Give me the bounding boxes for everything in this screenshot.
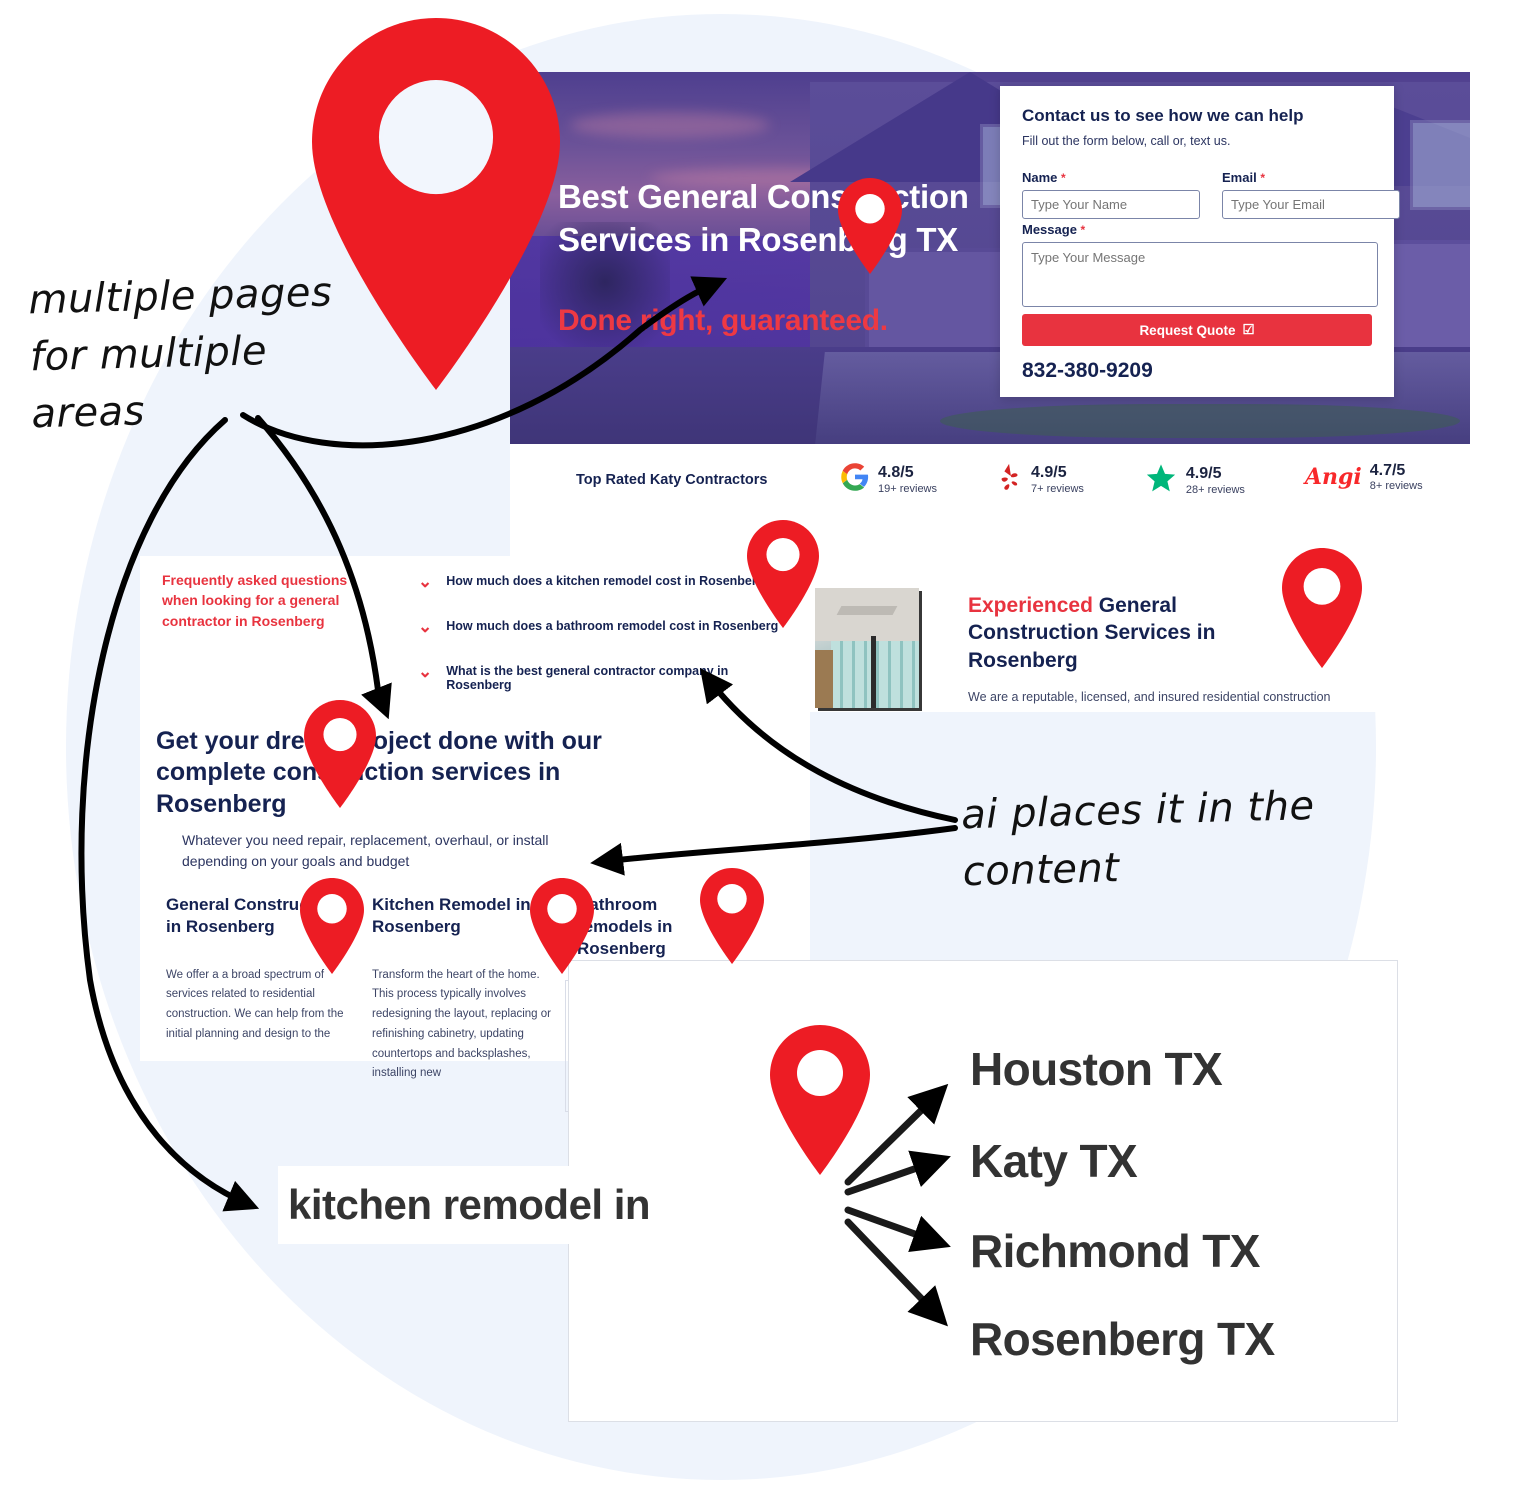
name-input[interactable] xyxy=(1022,190,1200,219)
faq-item[interactable]: ⌄ What is the best general contractor co… xyxy=(418,662,788,692)
google-g-icon xyxy=(840,462,870,497)
keyword-text: kitchen remodel in xyxy=(288,1181,651,1228)
hero-lawn xyxy=(940,404,1460,438)
email-label-text: Email xyxy=(1222,170,1257,185)
thumbnail-vent xyxy=(836,606,898,615)
review-item-angi: Angi 4.7/5 8+ reviews xyxy=(1305,462,1423,492)
request-quote-button[interactable]: Request Quote ☑ xyxy=(1022,314,1372,346)
service-card-kitchen-remodel: Kitchen Remodel in Rosenberg Transform t… xyxy=(372,894,557,1084)
chevron-down-icon: ⌄ xyxy=(418,572,433,591)
review-score: 4.9/5 xyxy=(1185,465,1222,483)
form-subtitle: Fill out the form below, call or, text u… xyxy=(1022,134,1231,148)
faq-question: How much does a kitchen remodel cost in … xyxy=(446,574,765,588)
review-count: 28+ reviews xyxy=(1185,483,1245,496)
canvas: Best General Construction Services in Ro… xyxy=(0,0,1529,1492)
faq-heading: Frequently asked questions when looking … xyxy=(162,572,348,629)
name-label: Name * xyxy=(1022,170,1066,185)
review-score: 4.7/5 xyxy=(1369,462,1406,479)
faq-question: What is the best general contractor comp… xyxy=(446,664,729,692)
experienced-heading: Experienced General Construction Service… xyxy=(968,592,1268,674)
review-item-star: 4.9/5 28+ reviews xyxy=(1144,462,1245,499)
chevron-down-icon: ⌄ xyxy=(418,617,433,636)
annotation-note-left: multiple pages for multiple areas xyxy=(27,269,333,437)
faq-list: ⌄ How much does a kitchen remodel cost i… xyxy=(418,572,788,721)
review-item-google: 4.8/5 19+ reviews xyxy=(840,462,937,497)
review-score: 4.8/5 xyxy=(878,464,914,482)
review-score: 4.9/5 xyxy=(1031,464,1067,482)
message-label-text: Message xyxy=(1022,222,1077,237)
chevron-down-icon: ⌄ xyxy=(418,662,433,681)
phone-number[interactable]: 832-380-9209 xyxy=(1022,359,1153,383)
required-marker: * xyxy=(1260,171,1265,185)
review-count: 7+ reviews xyxy=(1031,482,1084,495)
required-marker: * xyxy=(1061,171,1066,185)
yelp-burst-icon xyxy=(997,462,1023,497)
service-title: General Construction in Rosenberg xyxy=(166,895,340,936)
service-body: We offer a a broad spectrum of services … xyxy=(166,968,344,1040)
email-input[interactable] xyxy=(1222,190,1400,219)
faq-item[interactable]: ⌄ How much does a kitchen remodel cost i… xyxy=(418,572,788,591)
experienced-highlight: Experienced xyxy=(968,594,1093,617)
dream-project-heading: Get your dream project done with our com… xyxy=(156,727,602,818)
message-label: Message * xyxy=(1022,222,1085,237)
interior-photo-thumbnail xyxy=(815,588,919,708)
hero-window xyxy=(1410,120,1470,210)
reviews-heading: Top Rated Katy Contractors xyxy=(576,472,768,488)
city-richmond: Richmond TX xyxy=(970,1225,1260,1277)
thumbnail-mullion xyxy=(871,636,876,708)
review-count: 19+ reviews xyxy=(878,482,938,495)
reviews-row: 4.8/5 19+ reviews 4.9/5 7+ reviews 4.9/5… xyxy=(840,462,1423,499)
service-card-bathroom-remodels: Bathroom remodels in Rosenberg xyxy=(565,894,732,1112)
service-body: Transform the heart of the home. This pr… xyxy=(372,968,552,1080)
name-label-text: Name xyxy=(1022,170,1058,185)
message-input[interactable] xyxy=(1022,242,1378,307)
review-count: 8+ reviews xyxy=(1369,480,1423,493)
review-item-yelp: 4.9/5 7+ reviews xyxy=(997,462,1084,497)
email-label: Email * xyxy=(1222,170,1265,185)
dream-project-subtitle: Whatever you need repair, replacement, o… xyxy=(182,832,549,869)
annotation-note-right: ai places it in the content xyxy=(960,783,1316,896)
form-title: Contact us to see how we can help xyxy=(1022,106,1304,125)
contact-form-card: Contact us to see how we can help Fill o… xyxy=(1000,86,1400,397)
angi-wordmark-icon: Angi xyxy=(1304,464,1362,491)
service-card-general-construction: General Construction in Rosenberg We off… xyxy=(166,894,346,1045)
hero-cloud xyxy=(570,112,770,138)
thumbnail-wood-panel xyxy=(815,650,833,708)
city-houston: Houston TX xyxy=(970,1043,1223,1095)
experienced-body: We are a reputable, licensed, and insure… xyxy=(968,690,1331,704)
request-quote-label: Request Quote xyxy=(1139,322,1236,338)
required-marker: * xyxy=(1080,223,1086,237)
checkbox-icon: ☑ xyxy=(1242,322,1255,337)
green-star-icon xyxy=(1144,462,1178,499)
keyword-box: kitchen remodel in xyxy=(278,1166,853,1244)
service-title: Kitchen Remodel in Rosenberg xyxy=(372,895,531,936)
faq-item[interactable]: ⌄ How much does a bathroom remodel cost … xyxy=(418,617,788,636)
faq-question: How much does a bathroom remodel cost in… xyxy=(446,619,779,633)
city-katy: Katy TX xyxy=(970,1135,1138,1187)
service-title: Bathroom remodels in Rosenberg xyxy=(577,895,673,958)
city-rosenberg: Rosenberg TX xyxy=(970,1313,1275,1365)
